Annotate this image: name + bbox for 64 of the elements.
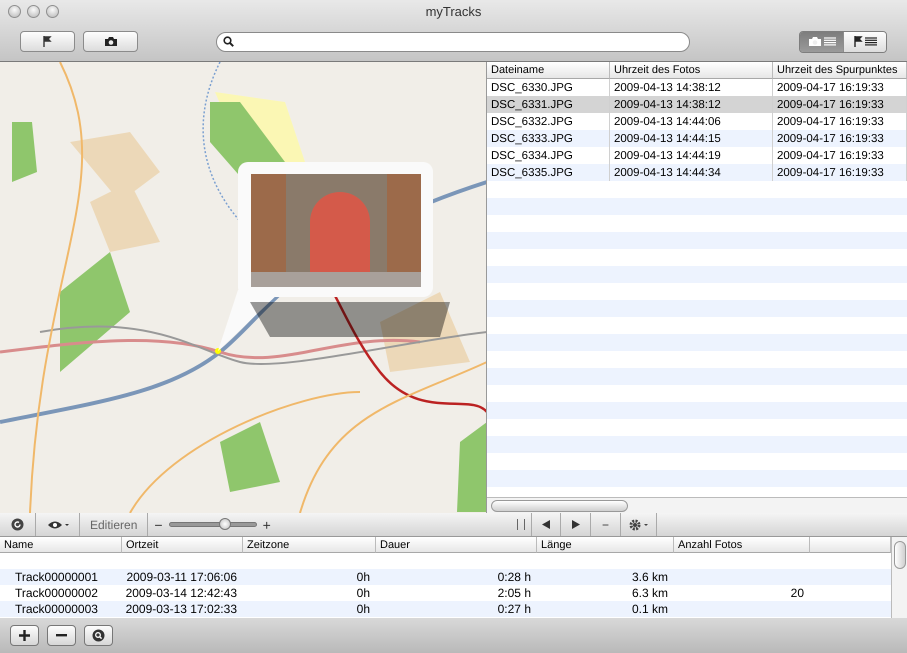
column-header[interactable]: Zeitzone [243, 537, 376, 553]
search-icon [223, 36, 234, 47]
search-field[interactable] [216, 32, 690, 52]
remove-button[interactable]: − [591, 513, 621, 536]
gear-icon [628, 518, 648, 530]
list-icon [864, 37, 876, 46]
column-header[interactable]: Uhrzeit des Fotos [610, 62, 773, 79]
split-handle[interactable] [517, 519, 525, 530]
column-header[interactable]: Dateiname [487, 62, 610, 79]
table-cell: DSC_6333.JPG [487, 130, 610, 147]
table-cell: Track00000001 [0, 569, 122, 585]
horizontal-scrollbar[interactable] [487, 497, 907, 513]
table-cell: 2009-03-11 17:06:06 [122, 569, 243, 585]
minimize-button[interactable] [27, 4, 40, 18]
refresh-icon [11, 518, 24, 531]
camera-icon [104, 36, 118, 47]
list-icon [824, 37, 836, 46]
minus-icon [56, 634, 67, 637]
table-cell: 0:28 h [376, 569, 537, 585]
table-cell: 2009-03-13 17:02:33 [122, 601, 243, 617]
camera-icon [808, 36, 822, 47]
flag-icon [854, 36, 862, 47]
zoom-out-button[interactable]: − [148, 516, 169, 532]
camera-button[interactable] [83, 31, 138, 52]
table-cell: DSC_6331.JPG [487, 96, 610, 113]
table-cell: 2009-04-13 14:44:15 [610, 130, 773, 147]
zoom-in-button[interactable]: + [256, 516, 277, 532]
remove-track-button[interactable] [47, 625, 76, 646]
previous-button[interactable] [531, 513, 561, 536]
column-header[interactable]: Länge [537, 537, 674, 553]
left-triangle-icon [542, 520, 550, 529]
column-header[interactable]: Dauer [376, 537, 537, 553]
column-header[interactable]: Ortzeit [122, 537, 243, 553]
add-button[interactable] [10, 625, 39, 646]
photo-list-view-button[interactable] [800, 32, 843, 52]
table-cell: 2009-04-13 14:38:12 [610, 96, 773, 113]
close-button[interactable] [8, 4, 21, 18]
right-triangle-icon [572, 520, 580, 529]
magnifier-icon [92, 629, 105, 642]
table-cell: 2009-04-17 16:19:33 [773, 130, 907, 147]
zoom-button[interactable] [46, 4, 59, 18]
table-cell: DSC_6335.JPG [487, 164, 610, 181]
table-cell: 0.1 km [537, 601, 674, 617]
eye-icon [46, 520, 68, 530]
column-header[interactable]: Name [0, 537, 122, 553]
column-header[interactable]: Anzahl Fotos [674, 537, 810, 553]
plus-icon [19, 630, 30, 641]
table-cell: 2009-04-17 16:19:33 [773, 96, 907, 113]
view-switcher[interactable] [799, 30, 887, 52]
table-cell: 0h [243, 601, 376, 617]
table-cell: 3.6 km [537, 569, 674, 585]
table-cell: 0h [243, 569, 376, 585]
table-cell: 2009-04-13 14:44:34 [610, 164, 773, 181]
vertical-scrollbar[interactable] [891, 537, 907, 618]
slider-thumb[interactable] [219, 518, 232, 530]
inspect-button[interactable] [84, 625, 113, 646]
flag-icon [43, 36, 52, 47]
edit-button[interactable]: Editieren [80, 513, 148, 536]
table-cell: Track00000003 [0, 601, 122, 617]
add-flag-button[interactable] [20, 31, 75, 52]
column-header[interactable]: Uhrzeit des Spurpunktes [773, 62, 907, 79]
window-title: myTracks [426, 4, 482, 18]
table-cell: 2009-04-17 16:19:33 [773, 164, 907, 181]
table-cell: 0:27 h [376, 601, 537, 617]
